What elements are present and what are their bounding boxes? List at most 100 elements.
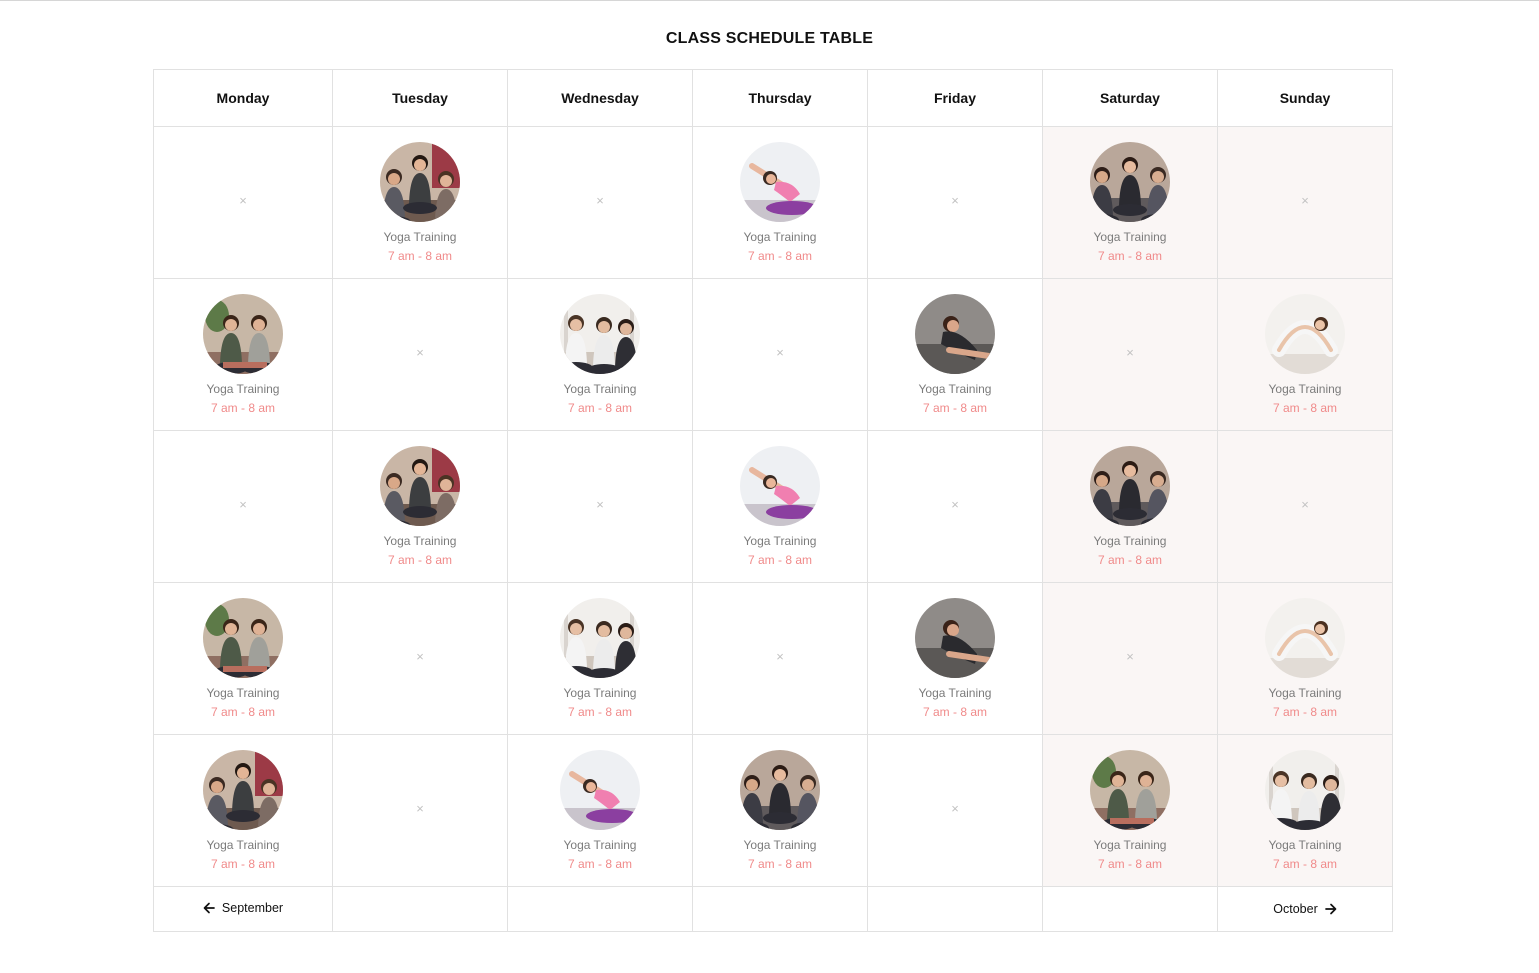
- class-slot: Yoga Training 7 am - 8 am: [507, 582, 693, 735]
- empty-slot: ×: [153, 430, 333, 583]
- class-name[interactable]: Yoga Training: [333, 230, 507, 244]
- class-photo[interactable]: [915, 598, 995, 678]
- class-photo[interactable]: [1090, 142, 1170, 222]
- class-photo[interactable]: [203, 294, 283, 374]
- class-slot: Yoga Training 7 am - 8 am: [332, 126, 508, 279]
- close-icon: ×: [951, 193, 959, 208]
- class-name[interactable]: Yoga Training: [693, 838, 867, 852]
- class-card: Yoga Training 7 am - 8 am: [508, 735, 692, 886]
- nav-empty-cell: [867, 886, 1043, 932]
- class-photo[interactable]: [740, 446, 820, 526]
- nav-empty-cell: [507, 886, 693, 932]
- page-title: CLASS SCHEDULE TABLE: [665, 30, 874, 47]
- class-time: 7 am - 8 am: [1097, 553, 1163, 567]
- empty-slot: ×: [1042, 278, 1218, 431]
- class-card: Yoga Training 7 am - 8 am: [693, 127, 867, 278]
- class-photo[interactable]: [740, 750, 820, 830]
- empty-slot-content: ×: [1218, 127, 1392, 278]
- day-header-monday: Monday: [153, 69, 333, 127]
- class-photo[interactable]: [1265, 750, 1345, 830]
- class-name[interactable]: Yoga Training: [1218, 686, 1392, 700]
- schedule-row: Yoga Training 7 am - 8 am × Yoga Training 7 …: [153, 278, 1393, 431]
- next-month-link[interactable]: October: [1273, 902, 1337, 916]
- close-icon: ×: [951, 801, 959, 816]
- class-photo[interactable]: [203, 598, 283, 678]
- class-name[interactable]: Yoga Training: [508, 838, 692, 852]
- empty-slot: ×: [1042, 582, 1218, 735]
- class-card: Yoga Training 7 am - 8 am: [1043, 127, 1217, 278]
- schedule-body: × Yoga Training 7 am - 8 am × Yoga Training 7…: [153, 126, 1393, 887]
- close-icon: ×: [596, 497, 604, 512]
- class-name[interactable]: Yoga Training: [693, 230, 867, 244]
- class-photo[interactable]: [560, 294, 640, 374]
- empty-slot-content: ×: [868, 431, 1042, 582]
- class-name[interactable]: Yoga Training: [154, 838, 332, 852]
- class-name[interactable]: Yoga Training: [508, 382, 692, 396]
- prev-month-link[interactable]: September: [203, 901, 283, 915]
- class-photo[interactable]: [560, 750, 640, 830]
- class-time: 7 am - 8 am: [1272, 857, 1338, 871]
- class-photo[interactable]: [740, 142, 820, 222]
- class-photo[interactable]: [203, 750, 283, 830]
- class-name[interactable]: Yoga Training: [1218, 838, 1392, 852]
- class-time: 7 am - 8 am: [567, 705, 633, 719]
- class-time: 7 am - 8 am: [747, 553, 813, 567]
- empty-slot-content: ×: [508, 127, 692, 278]
- class-card: Yoga Training 7 am - 8 am: [1218, 735, 1392, 886]
- empty-slot-content: ×: [1218, 431, 1392, 582]
- class-name[interactable]: Yoga Training: [868, 686, 1042, 700]
- next-month-label: October: [1273, 902, 1318, 916]
- class-photo[interactable]: [915, 294, 995, 374]
- empty-slot: ×: [332, 278, 508, 431]
- class-photo[interactable]: [1090, 750, 1170, 830]
- class-name[interactable]: Yoga Training: [1043, 838, 1217, 852]
- class-photo[interactable]: [1265, 598, 1345, 678]
- close-icon: ×: [776, 345, 784, 360]
- class-slot: Yoga Training 7 am - 8 am: [507, 734, 693, 887]
- empty-slot: ×: [692, 278, 868, 431]
- empty-slot-content: ×: [154, 431, 332, 582]
- class-name[interactable]: Yoga Training: [693, 534, 867, 548]
- class-card: Yoga Training 7 am - 8 am: [868, 279, 1042, 430]
- class-slot: Yoga Training 7 am - 8 am: [153, 582, 333, 735]
- class-name[interactable]: Yoga Training: [868, 382, 1042, 396]
- empty-slot: ×: [332, 734, 508, 887]
- class-name[interactable]: Yoga Training: [508, 686, 692, 700]
- class-card: Yoga Training 7 am - 8 am: [154, 279, 332, 430]
- day-header-saturday: Saturday: [1042, 69, 1218, 127]
- nav-prev-cell: September: [153, 886, 333, 932]
- class-slot: Yoga Training 7 am - 8 am: [867, 582, 1043, 735]
- class-time: 7 am - 8 am: [747, 249, 813, 263]
- empty-slot: ×: [332, 582, 508, 735]
- class-card: Yoga Training 7 am - 8 am: [333, 431, 507, 582]
- class-card: Yoga Training 7 am - 8 am: [693, 735, 867, 886]
- empty-slot: ×: [153, 126, 333, 279]
- schedule-table: Monday Tuesday Wednesday Thursday Friday Satu…: [153, 69, 1393, 932]
- class-card: Yoga Training 7 am - 8 am: [1218, 583, 1392, 734]
- close-icon: ×: [1301, 497, 1309, 512]
- close-icon: ×: [596, 193, 604, 208]
- empty-slot: ×: [867, 430, 1043, 583]
- class-name[interactable]: Yoga Training: [154, 382, 332, 396]
- class-photo[interactable]: [1090, 446, 1170, 526]
- empty-slot-content: ×: [1043, 279, 1217, 430]
- class-photo[interactable]: [380, 142, 460, 222]
- class-name[interactable]: Yoga Training: [154, 686, 332, 700]
- class-card: Yoga Training 7 am - 8 am: [1043, 431, 1217, 582]
- class-photo[interactable]: [1265, 294, 1345, 374]
- class-slot: Yoga Training 7 am - 8 am: [1042, 126, 1218, 279]
- close-icon: ×: [239, 193, 247, 208]
- day-header-row: Monday Tuesday Wednesday Thursday Friday Satu…: [153, 69, 1393, 127]
- class-photo[interactable]: [560, 598, 640, 678]
- class-name[interactable]: Yoga Training: [333, 534, 507, 548]
- class-card: Yoga Training 7 am - 8 am: [154, 735, 332, 886]
- close-icon: ×: [1126, 345, 1134, 360]
- class-name[interactable]: Yoga Training: [1043, 534, 1217, 548]
- nav-next-cell: October: [1217, 886, 1393, 932]
- class-name[interactable]: Yoga Training: [1218, 382, 1392, 396]
- empty-slot-content: ×: [508, 431, 692, 582]
- class-photo[interactable]: [380, 446, 460, 526]
- class-name[interactable]: Yoga Training: [1043, 230, 1217, 244]
- empty-slot-content: ×: [693, 279, 867, 430]
- empty-slot-content: ×: [333, 583, 507, 734]
